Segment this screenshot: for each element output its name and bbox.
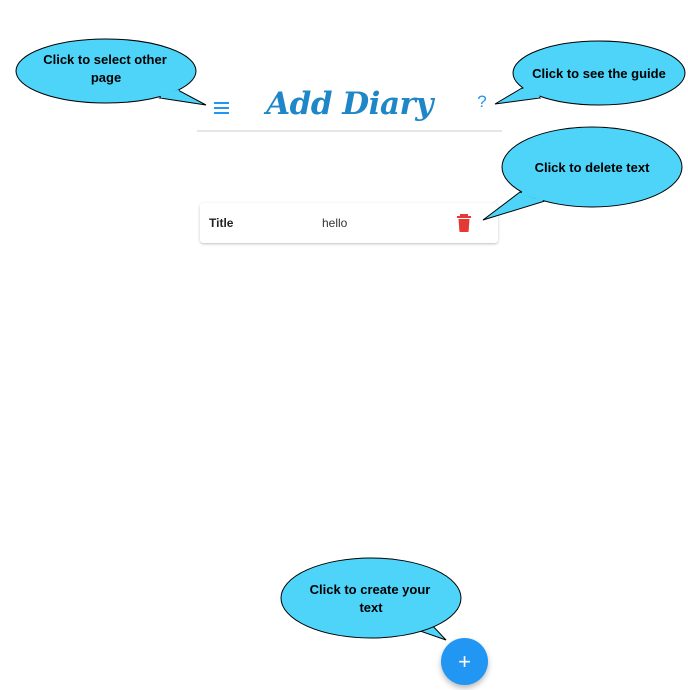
callout-menu-line1: Click to select other <box>43 52 167 67</box>
trash-icon <box>457 214 471 232</box>
callout-delete-line1: Click to delete text <box>535 160 651 175</box>
entry-title-label: Title <box>209 216 234 230</box>
callout-create-line1: Click to create your <box>310 582 431 597</box>
callout-guide-line1: Click to see the guide <box>532 66 666 81</box>
callout-create: Click to create your text <box>280 557 462 641</box>
delete-button[interactable] <box>456 213 472 233</box>
callout-menu-line2: page <box>91 70 121 85</box>
callout-guide: Click to see the guide <box>494 40 686 106</box>
app-title: Add Diary <box>266 86 433 122</box>
app-header: Add Diary ? <box>197 80 502 132</box>
callout-delete: Click to delete text <box>482 126 683 221</box>
help-button[interactable]: ? <box>473 92 491 116</box>
diary-entry-card: Title hello <box>200 203 498 243</box>
add-entry-fab[interactable]: + <box>441 638 488 685</box>
callout-menu: Click to select other page <box>15 38 207 106</box>
callout-create-line2: text <box>359 600 383 615</box>
plus-icon: + <box>458 648 471 674</box>
entry-title-value: hello <box>322 216 348 230</box>
